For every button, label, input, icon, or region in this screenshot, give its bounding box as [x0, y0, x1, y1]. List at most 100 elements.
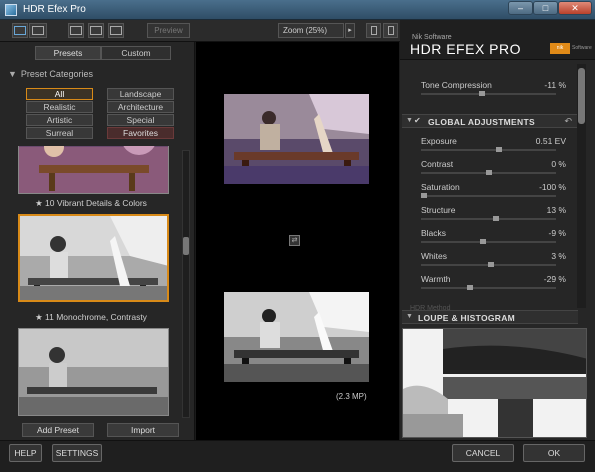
preset-thumbnail-next[interactable] [18, 328, 169, 416]
slider-knob[interactable] [467, 285, 473, 290]
slider-knob[interactable] [421, 193, 427, 198]
slider-label: Whites [421, 251, 447, 261]
slider-saturation[interactable]: Saturation -100 % [421, 182, 566, 202]
slider-value: -9 % [548, 228, 566, 238]
slider-knob[interactable] [486, 170, 492, 175]
preview-area: ⇄ (2.3 MP) [196, 42, 399, 440]
preset-categories-header[interactable]: ▼ Preset Categories [8, 69, 93, 79]
title-bar: HDR Efex Pro – □ ✕ [0, 0, 595, 20]
category-favorites[interactable]: Favorites [107, 127, 174, 139]
nik-logo: nik [550, 43, 570, 54]
category-architecture[interactable]: Architecture [107, 101, 174, 113]
preset-scrollbar[interactable] [182, 150, 190, 418]
category-all[interactable]: All [26, 88, 93, 100]
close-button[interactable]: ✕ [558, 1, 592, 15]
slider-track[interactable] [421, 218, 556, 220]
single-image-button[interactable] [68, 23, 84, 38]
brush-button[interactable] [383, 23, 398, 38]
slider-label: Tone Compression [421, 80, 492, 90]
bottom-bar: HELP SETTINGS CANCEL OK [0, 440, 595, 472]
tab-presets[interactable]: Presets [35, 46, 101, 60]
slider-blacks[interactable]: Blacks -9 % [421, 228, 566, 248]
enable-check-icon[interactable]: ✔ [414, 116, 421, 125]
loupe-view[interactable] [402, 328, 587, 438]
loupe-histogram-header[interactable]: ▼ LOUPE & HISTOGRAM [402, 310, 578, 324]
preset-thumbnail-image [20, 216, 167, 300]
slider-knob[interactable] [496, 147, 502, 152]
brand-product: HDR EFEX PRO [410, 41, 522, 57]
preset-list: ★ 10 Vibrant Details & Colors ★ 11 Monoc… [4, 146, 178, 458]
global-adjustments-title: GLOBAL ADJUSTMENTS [428, 117, 535, 127]
window-title: HDR Efex Pro [23, 4, 86, 15]
slider-track[interactable] [421, 93, 556, 95]
preset-categories-label: Preset Categories [20, 69, 93, 79]
tone-compression-slider[interactable]: Tone Compression -11 % [421, 80, 566, 100]
collapse-triangle-icon: ▼ [406, 117, 413, 124]
preset-caption-vibrant: ★ 10 Vibrant Details & Colors [35, 198, 147, 208]
slider-knob[interactable] [493, 216, 499, 221]
ok-button[interactable]: OK [523, 444, 585, 462]
split-panel-button[interactable] [29, 23, 47, 38]
category-surreal[interactable]: Surreal [26, 127, 93, 139]
slider-value: -11 % [544, 80, 566, 90]
app-icon [5, 4, 17, 16]
zoom-dropdown[interactable]: Zoom (25%) [278, 23, 344, 38]
help-button[interactable]: HELP [9, 444, 42, 462]
slider-value: 0 % [551, 159, 566, 169]
adjustments-scrollbar[interactable] [577, 64, 586, 308]
slider-knob[interactable] [488, 262, 494, 267]
settings-button[interactable]: SETTINGS [52, 444, 102, 462]
slider-label: Blacks [421, 228, 447, 238]
slider-structure[interactable]: Structure 13 % [421, 205, 566, 225]
slider-contrast[interactable]: Contrast 0 % [421, 159, 566, 179]
slider-track[interactable] [421, 149, 556, 151]
slider-exposure[interactable]: Exposure 0.51 EV [421, 136, 566, 156]
collapse-triangle-icon: ▼ [8, 69, 17, 79]
preset-thumbnail-monochrome[interactable] [18, 214, 169, 302]
add-preset-button[interactable]: Add Preset [22, 423, 94, 437]
brand-company: Nik Software [412, 34, 452, 41]
split-panel-icon [32, 26, 44, 35]
slider-knob[interactable] [480, 239, 486, 244]
slider-value: -100 % [539, 182, 566, 192]
side-by-side-button[interactable] [108, 23, 124, 38]
maximize-button[interactable]: □ [533, 1, 558, 15]
single-view-button[interactable] [12, 23, 28, 38]
cancel-button[interactable]: CANCEL [452, 444, 514, 462]
preset-caption-monochrome: ★ 11 Monochrome, Contrasty [35, 312, 147, 322]
zoom-arrow-icon[interactable]: ▸ [345, 23, 355, 38]
preset-browser: Presets Custom ▼ Preset Categories All La… [0, 42, 195, 440]
preview-before[interactable] [224, 94, 369, 184]
slider-knob[interactable] [479, 91, 485, 96]
category-special[interactable]: Special [107, 114, 174, 126]
category-landscape[interactable]: Landscape [107, 88, 174, 100]
slider-whites[interactable]: Whites 3 % [421, 251, 566, 271]
preview-before-image [224, 94, 369, 184]
category-realistic[interactable]: Realistic [26, 101, 93, 113]
adjustments-panel: Nik Software HDR EFEX PRO nik Software T… [400, 20, 595, 440]
scroll-handle[interactable] [183, 237, 189, 255]
minimize-button[interactable]: – [508, 1, 533, 15]
slider-label: Saturation [421, 182, 460, 192]
preview-after[interactable] [224, 292, 369, 382]
loupe-button[interactable] [366, 23, 381, 38]
slider-track[interactable] [421, 195, 556, 197]
slider-track[interactable] [421, 287, 556, 289]
tab-custom[interactable]: Custom [101, 46, 171, 60]
slider-warmth[interactable]: Warmth -29 % [421, 274, 566, 294]
preview-button[interactable]: Preview [147, 23, 190, 38]
preset-thumbnail-image [19, 329, 168, 415]
scroll-handle[interactable] [578, 68, 585, 124]
global-adjustments-header[interactable]: ▼ ✔ GLOBAL ADJUSTMENTS ↶ [402, 114, 578, 128]
collapse-triangle-icon: ▼ [406, 313, 413, 320]
sync-icon[interactable]: ⇄ [289, 235, 300, 246]
import-button[interactable]: Import [107, 423, 179, 437]
pin-icon [370, 26, 377, 35]
slider-track[interactable] [421, 241, 556, 243]
slider-label: Contrast [421, 159, 454, 169]
split-image-button[interactable] [88, 23, 104, 38]
reset-icon[interactable]: ↶ [564, 116, 572, 127]
preset-thumbnail-vibrant[interactable] [18, 146, 169, 194]
category-artistic[interactable]: Artistic [26, 114, 93, 126]
brand-header: Nik Software HDR EFEX PRO nik Software [400, 20, 595, 60]
